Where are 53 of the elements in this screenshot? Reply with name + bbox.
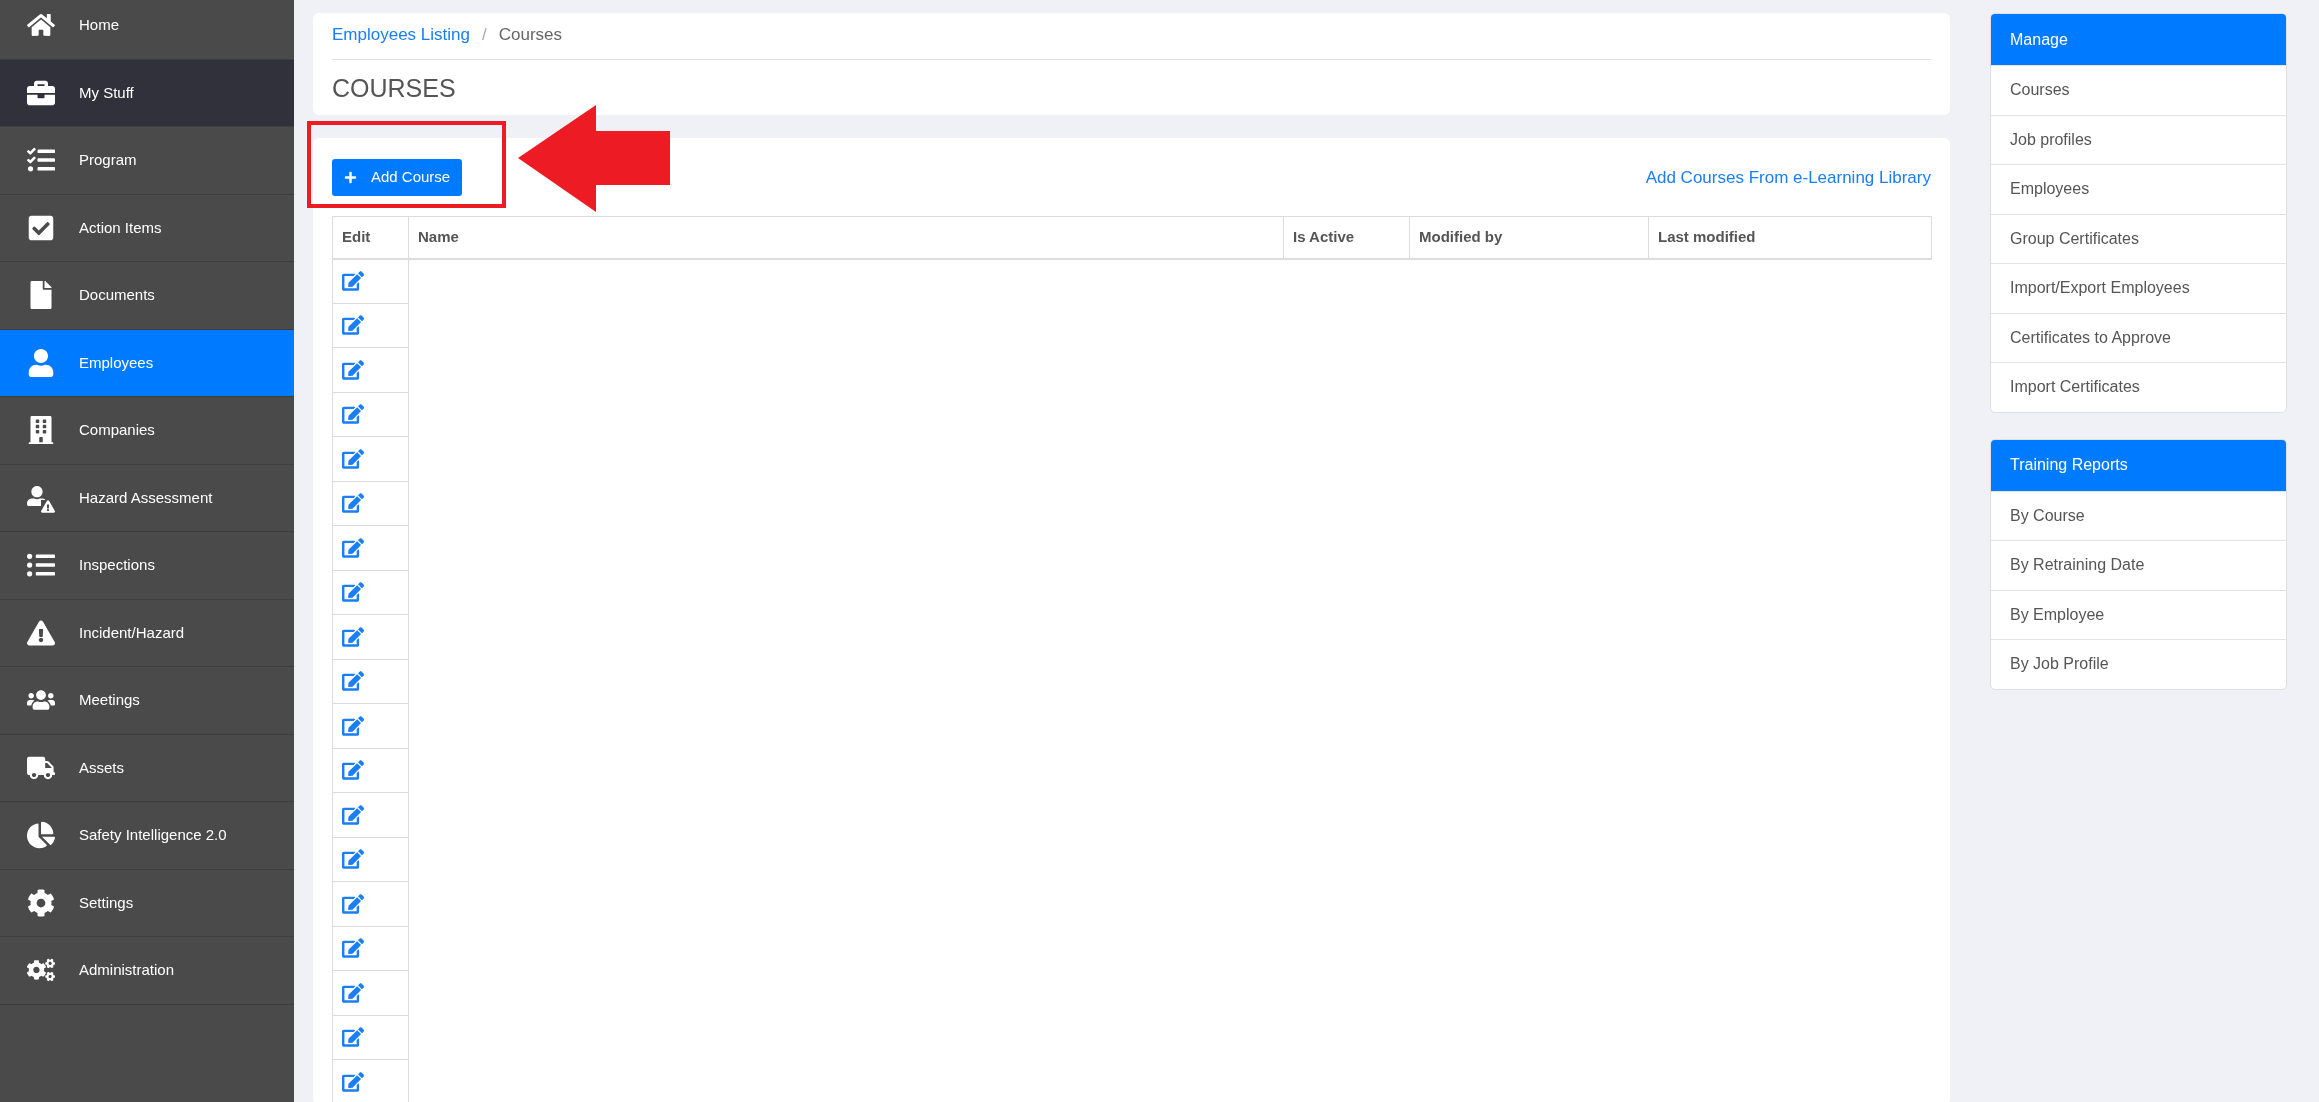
edit-icon[interactable] [342, 1026, 364, 1049]
panel-link[interactable]: By Employee [1991, 589, 2286, 639]
panel-link[interactable]: Group Certificates [1991, 213, 2286, 263]
panel-link[interactable]: By Job Profile [1991, 639, 2286, 689]
sidebar-item[interactable]: Employees [0, 329, 294, 397]
edit-icon[interactable] [342, 981, 364, 1004]
breadcrumb-link[interactable]: Employees Listing [332, 22, 470, 48]
panel-link[interactable]: Import Certificates [1991, 362, 2286, 412]
sidebar-item[interactable]: My Stuff [0, 59, 294, 127]
edit-icon[interactable] [342, 403, 364, 426]
add-course-button[interactable]: Add Course [332, 159, 463, 196]
edit-icon[interactable] [342, 892, 364, 915]
panel-link[interactable]: Employees [1991, 164, 2286, 214]
edit-icon[interactable] [342, 492, 364, 515]
edit-icon[interactable] [342, 447, 364, 470]
settings-icon [27, 888, 55, 917]
plus-icon [344, 171, 357, 184]
edit-icon[interactable] [342, 1070, 364, 1093]
column-header: Last modified [1648, 216, 1932, 259]
person-icon [27, 348, 55, 377]
page-title: COURSES [332, 72, 457, 104]
edit-icon[interactable] [342, 848, 364, 871]
edit-icon[interactable] [342, 625, 364, 648]
column-header: Name [408, 216, 1284, 259]
column-header: Modified by [1409, 216, 1649, 259]
panel-link[interactable]: By Retraining Date [1991, 540, 2286, 590]
panel-link[interactable]: Certificates to Approve [1991, 312, 2286, 362]
pie-chart-icon [27, 821, 55, 850]
edit-icon[interactable] [342, 536, 364, 559]
edit-icon[interactable] [342, 358, 364, 381]
edit-icon[interactable] [342, 803, 364, 826]
panel-link[interactable]: Import/Export Employees [1991, 263, 2286, 313]
panel-link[interactable]: By Course [1991, 490, 2286, 540]
edit-icon[interactable] [342, 581, 364, 604]
edit-icon[interactable] [342, 937, 364, 960]
breadcrumb-separator: / [481, 24, 487, 46]
breadcrumb-current: Courses [498, 24, 562, 46]
column-header: Edit [332, 216, 409, 259]
edit-icon[interactable] [342, 270, 364, 292]
panel-link[interactable]: Job profiles [1991, 114, 2286, 164]
panel-header: Training Reports [1991, 439, 2286, 491]
edit-icon[interactable] [342, 670, 364, 693]
edit-icon[interactable] [342, 759, 364, 782]
edit-icon[interactable] [342, 314, 364, 337]
warning-icon [27, 618, 55, 647]
column-header: Is Active [1283, 216, 1410, 259]
briefcase-icon [27, 78, 55, 107]
edit-icon[interactable] [342, 714, 364, 737]
checkbox-icon [27, 213, 55, 242]
panel-header: Manage [1991, 14, 2286, 65]
building-icon [27, 416, 55, 445]
panel-link[interactable]: Courses [1991, 65, 2286, 115]
library-link[interactable]: Add Courses From e-Learning Library [1645, 165, 1931, 191]
